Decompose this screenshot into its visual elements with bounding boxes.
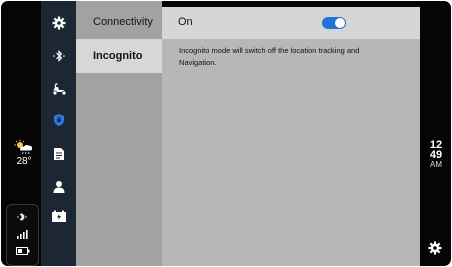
icon-rail [41, 1, 76, 266]
clock-ampm: AM [430, 160, 442, 169]
shield-icon [53, 114, 64, 126]
document-icon [53, 148, 64, 160]
incognito-description: Incognito mode will switch off the locat… [179, 46, 360, 67]
setting-state-label: On [178, 16, 193, 28]
gear-icon [52, 16, 65, 30]
bluetooth-icon [52, 50, 65, 62]
rail-item-documents[interactable] [41, 142, 76, 166]
signal-strength-icon [17, 230, 28, 239]
battery-icon [16, 247, 30, 255]
user-icon [53, 181, 64, 193]
battery-charging-icon [51, 210, 66, 222]
submenu-item-incognito[interactable]: Incognito [76, 39, 162, 73]
quick-settings-button[interactable] [428, 241, 442, 260]
rail-item-bluetooth[interactable] [41, 44, 76, 68]
incognito-toggle[interactable] [322, 17, 346, 29]
rail-item-battery[interactable] [41, 204, 76, 228]
gear-icon [428, 241, 442, 255]
weather-widget: 28° [13, 139, 35, 167]
toggle-knob [335, 18, 345, 28]
status-indicators [6, 204, 39, 266]
content-panel: On Incognito mode will switch off the lo… [162, 7, 420, 266]
bluetooth-status-icon [17, 212, 27, 222]
scooter-icon [52, 83, 66, 96]
app-screen: 28° Connectivity Incognito On Incognito … [1, 1, 451, 266]
submenu-title[interactable]: Connectivity [76, 7, 162, 37]
clock-widget: 12 49 AM [421, 140, 451, 170]
rail-item-privacy[interactable] [41, 108, 76, 132]
rail-item-vehicle[interactable] [41, 77, 76, 101]
temperature-label: 28° [16, 156, 32, 167]
incognito-setting-row: On [162, 7, 420, 39]
rail-item-settings[interactable] [41, 11, 76, 35]
clock-minutes: 49 [429, 149, 443, 161]
partly-cloudy-rain-icon [14, 139, 33, 155]
rail-item-profile[interactable] [41, 175, 76, 199]
